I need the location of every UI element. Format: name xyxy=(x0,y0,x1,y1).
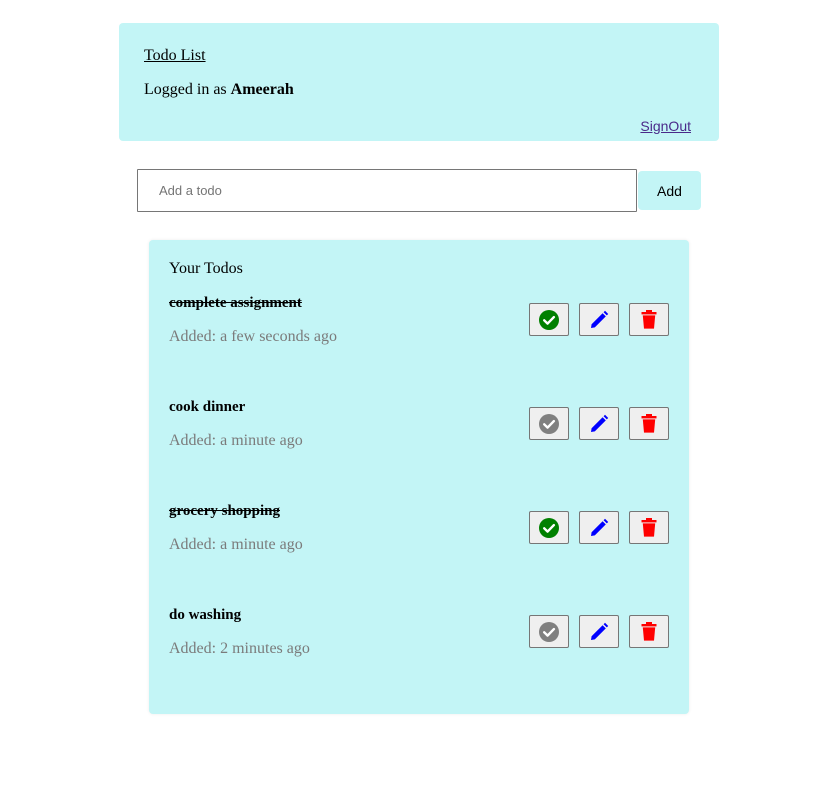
edit-button[interactable] xyxy=(579,615,619,648)
complete-button[interactable] xyxy=(529,511,569,544)
panel-title: Your Todos xyxy=(169,260,243,277)
todo-actions xyxy=(529,407,669,441)
complete-button[interactable] xyxy=(529,407,569,440)
app-title-link[interactable]: Todo List xyxy=(144,47,206,65)
edit-button[interactable] xyxy=(579,303,619,336)
edit-button[interactable] xyxy=(579,407,619,440)
todo-actions xyxy=(529,511,669,545)
signout-link[interactable]: SignOut xyxy=(640,118,691,134)
delete-button[interactable] xyxy=(629,615,669,648)
complete-button[interactable] xyxy=(529,303,569,336)
check-circle-icon xyxy=(539,413,559,434)
todo-text: do washing xyxy=(169,607,242,623)
todo-actions xyxy=(529,615,669,649)
logged-in-prefix: Logged in as xyxy=(144,81,227,98)
trash-icon xyxy=(641,414,657,433)
delete-button[interactable] xyxy=(629,303,669,336)
trash-icon xyxy=(641,518,657,537)
username: Ameerah xyxy=(230,81,294,98)
logged-in-status: Logged in as Ameerah xyxy=(144,81,294,99)
todo-text: grocery shopping xyxy=(169,503,280,519)
todo-item: complete assignment Added: a few seconds … xyxy=(149,295,689,385)
todo-added-time: Added: a minute ago xyxy=(169,536,303,553)
edit-button[interactable] xyxy=(579,511,619,544)
check-circle-icon xyxy=(539,517,559,538)
pencil-icon xyxy=(589,622,609,642)
todos-panel: Your Todos complete assignment Added: a f… xyxy=(149,240,689,714)
trash-icon xyxy=(641,622,657,641)
pencil-icon xyxy=(589,518,609,538)
pencil-icon xyxy=(589,414,609,434)
complete-button[interactable] xyxy=(529,615,569,648)
todo-added-time: Added: 2 minutes ago xyxy=(169,640,310,657)
delete-button[interactable] xyxy=(629,511,669,544)
todo-item: grocery shopping Added: a minute ago xyxy=(149,503,689,593)
todo-item: do washing Added: 2 minutes ago xyxy=(149,607,689,697)
todo-text: complete assignment xyxy=(169,295,302,311)
todo-added-time: Added: a few seconds ago xyxy=(169,328,337,345)
add-button[interactable]: Add xyxy=(638,171,701,210)
todo-item: cook dinner Added: a minute ago xyxy=(149,399,689,489)
todo-actions xyxy=(529,303,669,337)
pencil-icon xyxy=(589,310,609,330)
check-circle-icon xyxy=(539,309,559,330)
todo-added-time: Added: a minute ago xyxy=(169,432,303,449)
check-circle-icon xyxy=(539,621,559,642)
trash-icon xyxy=(641,310,657,329)
delete-button[interactable] xyxy=(629,407,669,440)
todo-text: cook dinner xyxy=(169,399,246,415)
header-card: Todo List Logged in as Ameerah SignOut xyxy=(119,23,719,141)
add-todo-input[interactable] xyxy=(137,169,637,212)
